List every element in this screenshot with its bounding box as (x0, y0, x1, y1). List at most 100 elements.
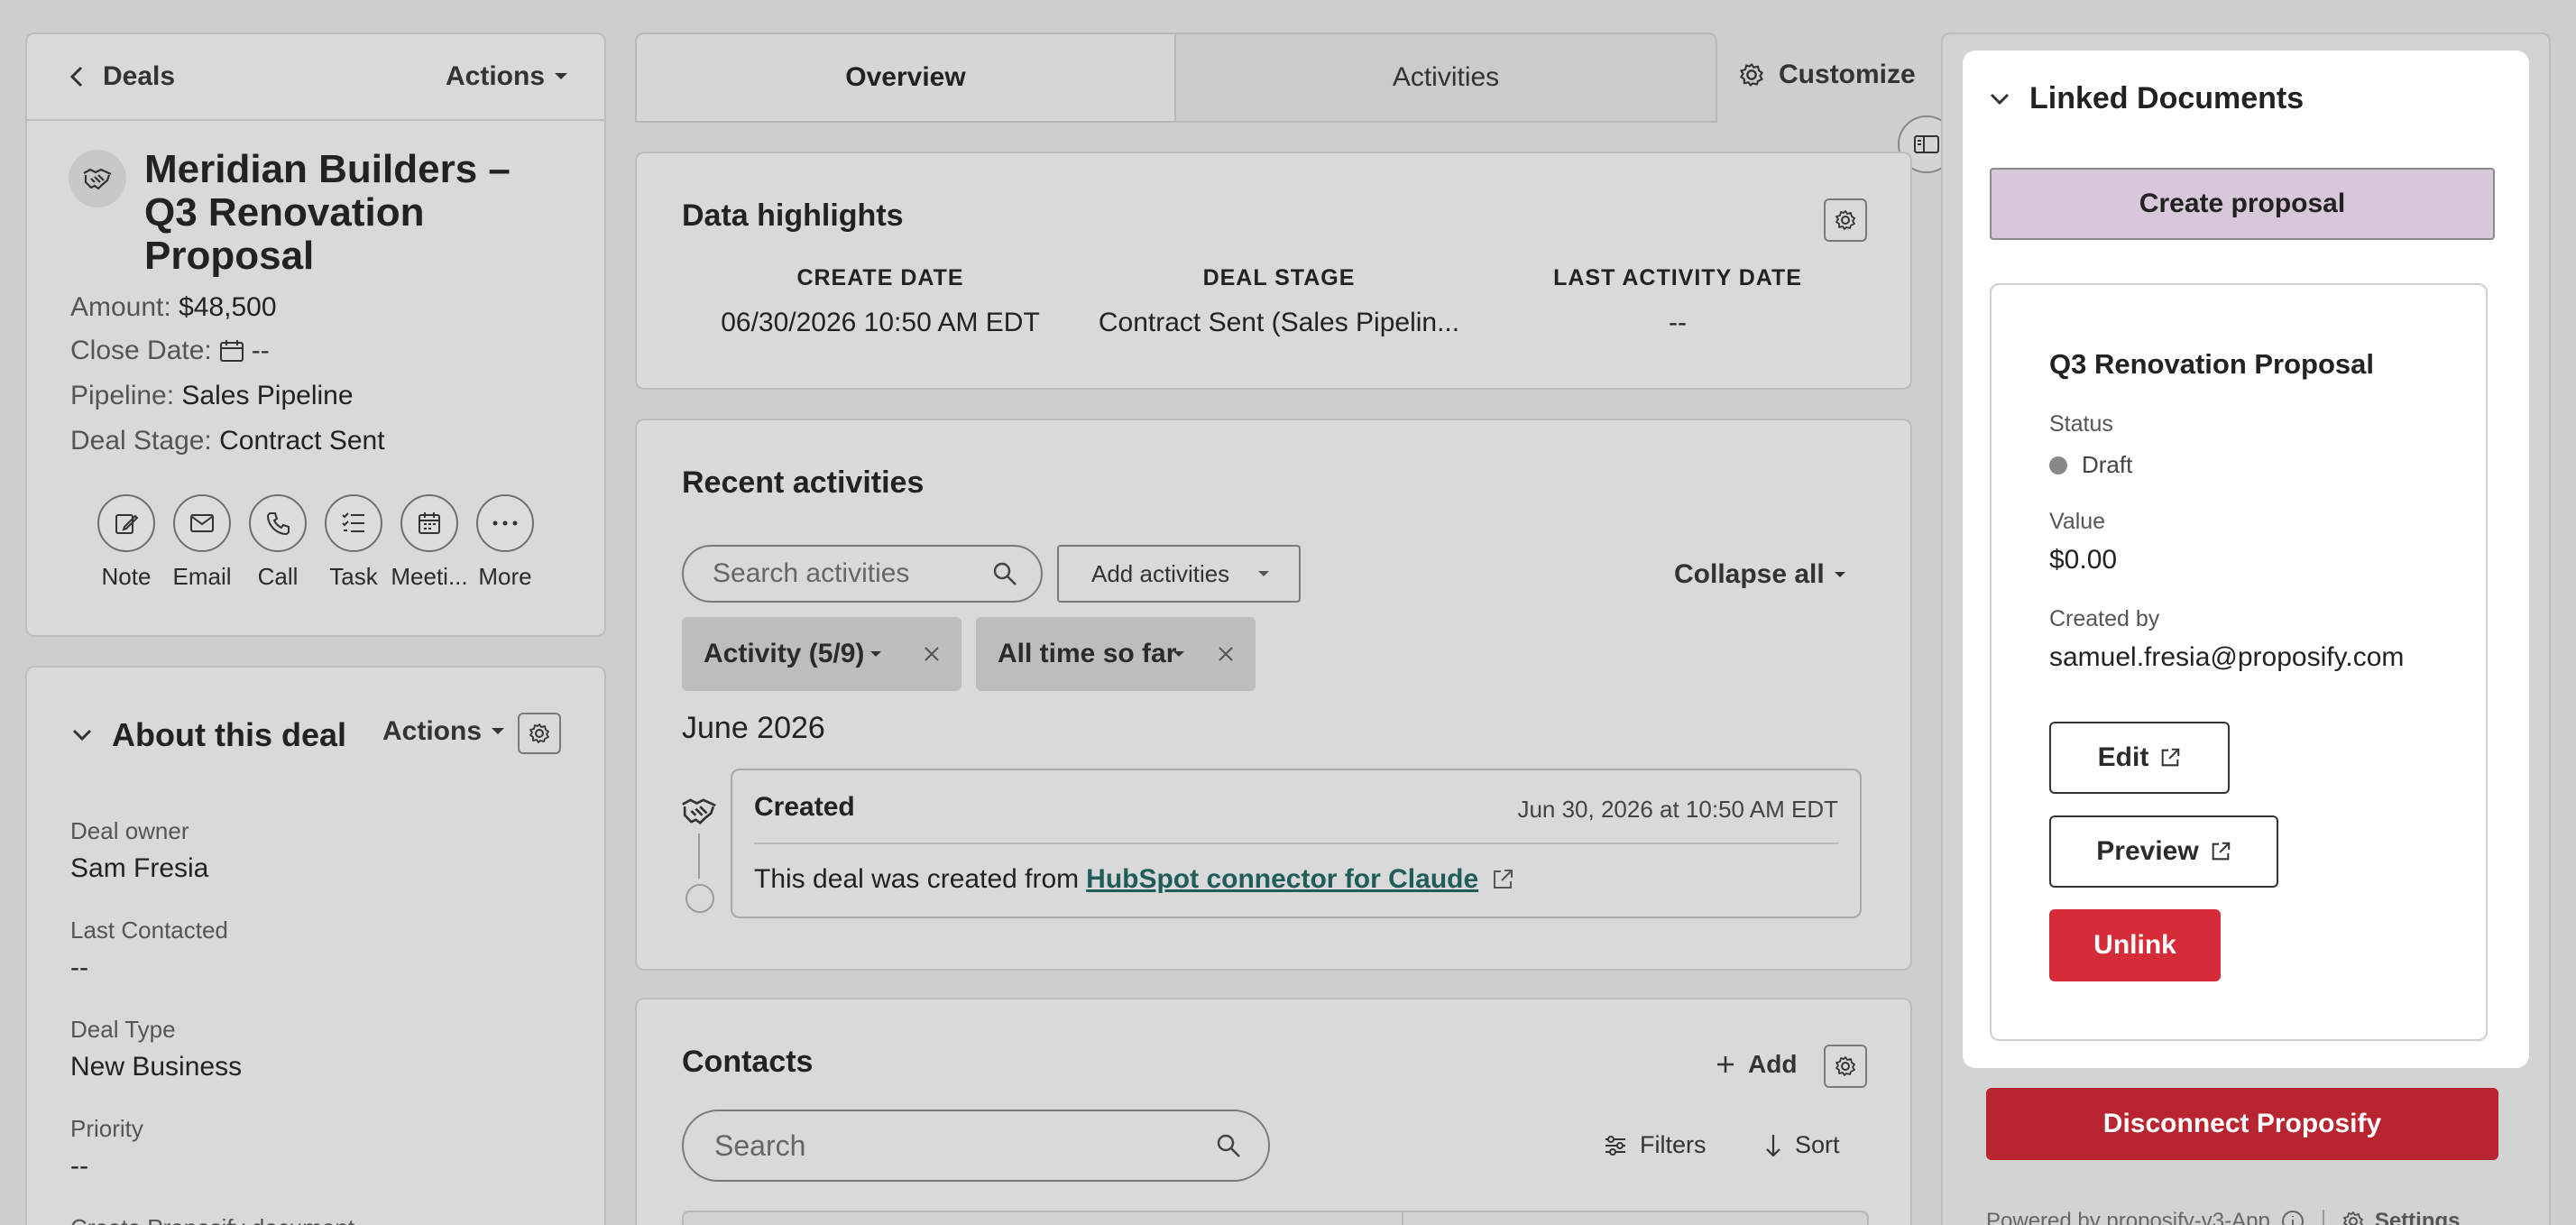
customize-label: Customize (1779, 60, 1916, 89)
close-date-field: Close Date: -- (70, 336, 270, 366)
status-label: Status (2049, 411, 2113, 437)
footer-divider (2322, 1210, 2324, 1225)
time-range-filter[interactable]: All time so far (976, 617, 1256, 691)
info-icon[interactable] (2281, 1210, 2305, 1225)
customize-button[interactable]: Customize (1739, 60, 1916, 90)
deal-actions-button[interactable]: Actions (446, 61, 568, 92)
about-actions-button[interactable]: Actions (382, 716, 505, 747)
hubspot-connector-link[interactable]: HubSpot connector for Claude (1086, 864, 1478, 895)
deal-stage-col-label: DEAL STAGE (1202, 265, 1356, 290)
call-button[interactable] (249, 494, 307, 552)
about-settings-button[interactable] (518, 713, 561, 754)
deal-stage-value[interactable]: Contract Sent (219, 426, 384, 456)
last-activity-value: -- (1669, 308, 1687, 337)
last-contacted-value[interactable]: -- (70, 953, 88, 983)
chevron-down-icon (1990, 93, 2010, 106)
deal-owner-value[interactable]: Sam Fresia (70, 853, 208, 884)
timeline-line (698, 834, 700, 879)
about-deal-card: About this deal Actions Deal owner Sam F… (25, 666, 606, 1225)
gear-icon (529, 723, 550, 744)
activities-search-field[interactable]: Search activities (682, 545, 1043, 603)
close-icon[interactable] (924, 646, 940, 662)
add-contact-label: Add (1748, 1050, 1798, 1078)
add-contact-button[interactable]: Add (1716, 1050, 1797, 1079)
deal-type-value[interactable]: New Business (70, 1052, 242, 1082)
caret-down-icon (869, 650, 882, 659)
checklist-icon (341, 511, 366, 536)
highlight-last-activity: LAST ACTIVITY DATE -- (1488, 265, 1867, 338)
create-proposal-button[interactable]: Create proposal (1990, 168, 2495, 240)
filters-label: Filters (1640, 1131, 1707, 1158)
gear-icon (1739, 62, 1764, 88)
more-button[interactable] (476, 494, 534, 552)
priority-value[interactable]: -- (70, 1151, 88, 1182)
deal-stage-label: Deal Stage: (70, 426, 212, 456)
unlink-label: Unlink (2093, 930, 2176, 960)
tab-activities[interactable]: Activities (1174, 32, 1717, 123)
tab-overview-label: Overview (845, 62, 966, 92)
contacts-settings-button[interactable] (1824, 1045, 1867, 1088)
activity-item-divider (754, 843, 1838, 844)
sliders-icon (1604, 1135, 1627, 1156)
back-to-deals[interactable]: Deals (70, 61, 175, 92)
activity-item[interactable]: Created Jun 30, 2026 at 10:50 AM EDT Thi… (731, 769, 1862, 918)
gear-icon (2342, 1211, 2364, 1225)
activity-type-filter[interactable]: Activity (5/9) (682, 617, 961, 691)
meeting-label: Meeti... (391, 563, 468, 590)
deal-owner-label: Deal owner (70, 817, 189, 844)
linked-docs-toggle[interactable]: Linked Documents (1990, 81, 2304, 116)
activities-title: Recent activities (682, 465, 925, 500)
value-label: Value (2049, 509, 2106, 534)
recent-activities-card: Recent activities Search activities Add … (635, 419, 1912, 971)
caret-down-icon (1834, 571, 1846, 579)
activity-item-text: This deal was created from (754, 864, 1080, 894)
phone-icon (265, 511, 290, 536)
preview-document-button[interactable]: Preview (2049, 815, 2278, 888)
add-activities-label: Add activities (1091, 559, 1230, 587)
disconnect-proposify-button[interactable]: Disconnect Proposify (1986, 1088, 2498, 1160)
about-toggle[interactable]: About this deal (72, 716, 346, 754)
collapse-all-button[interactable]: Collapse all (1674, 559, 1846, 590)
email-button[interactable] (173, 494, 231, 552)
last-contacted-label: Last Contacted (70, 916, 228, 944)
contacts-search-placeholder: Search (714, 1128, 806, 1162)
search-icon (1216, 1133, 1241, 1158)
contacts-search-field[interactable]: Search (682, 1110, 1270, 1182)
search-icon (992, 561, 1017, 586)
amount-value: $48,500 (179, 292, 277, 322)
amount-field: Amount: $48,500 (70, 292, 277, 323)
settings-link[interactable]: Settings (2375, 1209, 2461, 1225)
highlights-settings-button[interactable] (1824, 198, 1867, 242)
filters-button[interactable]: Filters (1604, 1131, 1707, 1159)
about-title: About this deal (112, 716, 346, 753)
pipeline-value[interactable]: Sales Pipeline (181, 381, 353, 410)
status-dot (2049, 456, 2067, 474)
edit-label: Edit (2097, 742, 2149, 772)
month-heading: June 2026 (682, 711, 825, 745)
close-icon[interactable] (1218, 646, 1234, 662)
add-activities-dropdown[interactable]: Add activities (1057, 545, 1301, 603)
arrow-down-icon (1764, 1133, 1782, 1158)
deal-title: Meridian Builders – Q3 Renovation Propos… (144, 147, 511, 278)
sidebar-panel-icon (1913, 134, 1940, 154)
close-date-value[interactable]: -- (252, 336, 270, 366)
unlink-button[interactable]: Unlink (2049, 909, 2221, 981)
sort-button[interactable]: Sort (1764, 1131, 1840, 1159)
powered-by-row: Powered by proposify-v3-App Settings (1986, 1209, 2461, 1225)
document-title: Q3 Renovation Proposal (2049, 348, 2375, 380)
plus-icon (1716, 1055, 1735, 1074)
back-label: Deals (103, 61, 176, 91)
task-button[interactable] (325, 494, 382, 552)
created-by-value: samuel.fresia@proposify.com (2049, 642, 2405, 672)
edit-document-button[interactable]: Edit (2049, 722, 2230, 794)
handshake-icon (680, 796, 718, 826)
more-label: More (478, 563, 532, 590)
highlight-deal-stage: DEAL STAGE Contract Sent (Sales Pipelin.… (1090, 265, 1468, 338)
tab-overview[interactable]: Overview (635, 32, 1176, 123)
gear-icon (1835, 209, 1856, 231)
create-proposal-label: Create proposal (2139, 189, 2346, 218)
table-column-divider (1402, 1212, 1403, 1225)
meeting-button[interactable] (400, 494, 458, 552)
note-button[interactable] (97, 494, 155, 552)
handshake-icon (82, 166, 113, 191)
